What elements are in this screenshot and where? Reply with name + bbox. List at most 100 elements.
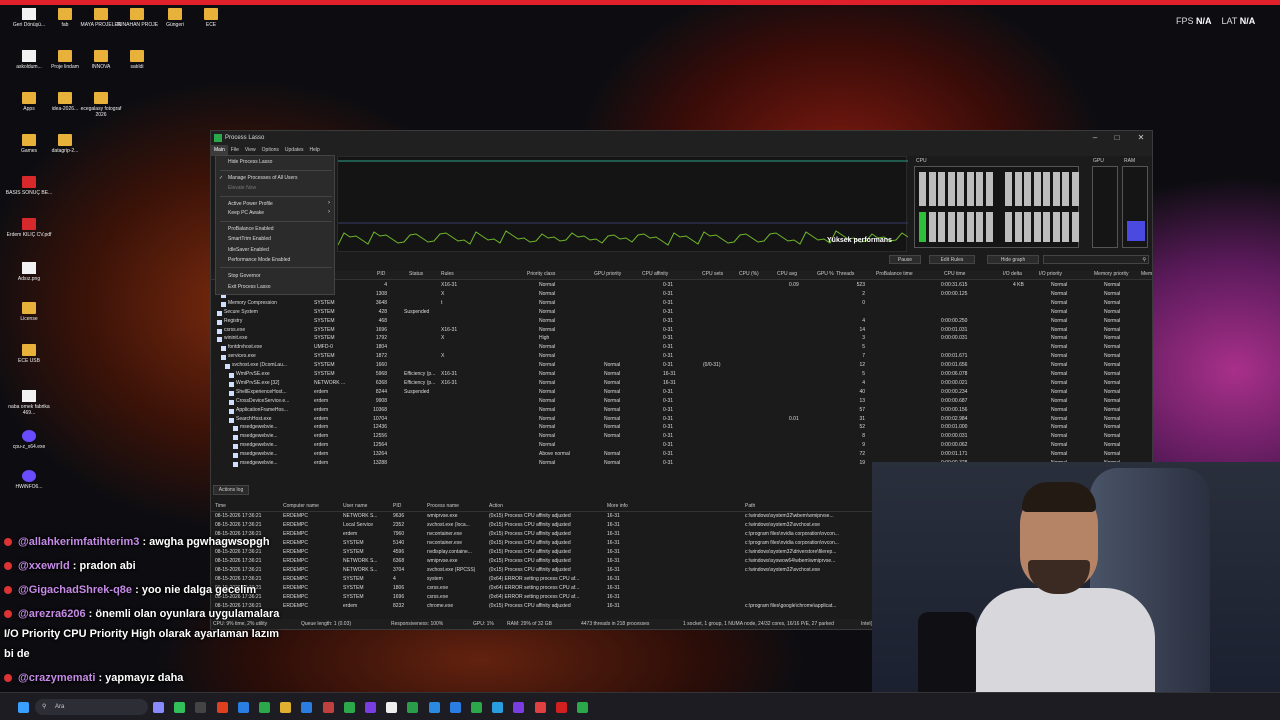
pause-button[interactable]: Pause xyxy=(889,255,921,264)
taskbar-app-icon[interactable] xyxy=(386,702,398,713)
table-row[interactable]: msedgewebvie... erdem 12436 Normal Normal 0-3… xyxy=(211,424,1152,433)
table-row[interactable]: SearchHost.exe erdem 10704 Normal Normal 0-31… xyxy=(211,416,1152,425)
desktop-icon[interactable]: satıldi xyxy=(112,50,162,70)
desktop-icon[interactable]: License xyxy=(4,302,54,322)
desktop-icon[interactable]: Erdem KILIÇ CV.pdf xyxy=(4,218,54,238)
table-row[interactable]: msedgewebvie... erdem 13264 Above normal Nor… xyxy=(211,451,1152,460)
menu-option[interactable]: IdleSaver Enabled xyxy=(228,247,269,253)
taskbar-app-icon[interactable] xyxy=(280,702,292,713)
column-header[interactable]: GPU % xyxy=(817,271,834,277)
table-row[interactable]: smss.exeSYSTEM1308XNormal0-3120:00:00.12… xyxy=(211,291,1152,300)
taskbar-app-icon[interactable] xyxy=(216,702,228,713)
maximize-button[interactable]: □ xyxy=(1106,131,1128,145)
taskbar-app-icon[interactable] xyxy=(301,702,313,713)
desktop-icon[interactable]: ECE USB xyxy=(4,344,54,364)
table-row[interactable]: Registry SYSTEM 468 Normal 0-31 4 0:00:00.250 N… xyxy=(211,318,1152,327)
column-header[interactable]: PID xyxy=(377,271,385,277)
table-row[interactable]: fontdrvhost.exe UMFD-0 1804 Normal 0-31 5 Norm… xyxy=(211,344,1152,353)
column-header[interactable]: Memory priority xyxy=(1094,271,1128,277)
column-header[interactable]: PID xyxy=(393,503,401,509)
column-header[interactable]: CPU sets xyxy=(702,271,723,277)
column-header[interactable]: Mem xyxy=(1141,271,1152,277)
taskbar-app-icon[interactable] xyxy=(577,702,588,713)
table-row[interactable]: ApplicationFrameHos... erdem 10368 Normal No… xyxy=(211,407,1152,416)
table-row[interactable]: Secure System SYSTEM 428 Suspended Normal 0-3… xyxy=(211,309,1152,318)
start-icon[interactable] xyxy=(18,702,29,713)
close-button[interactable]: ✕ xyxy=(1130,131,1152,145)
table-row[interactable]: WmiPrvSE.exe SYSTEM 5968 Efficiency (p... X1… xyxy=(211,371,1152,380)
taskbar-app-icon[interactable] xyxy=(471,702,482,713)
taskbar-app-icon[interactable] xyxy=(534,702,546,713)
table-row[interactable]: svchost.exe (DcomLau... SYSTEM 1660 Normal N… xyxy=(211,362,1152,371)
table-row[interactable]: wininit.exe SYSTEM 1792 X High 0-31 3 0:00:00.0… xyxy=(211,335,1152,344)
tab-actions-log[interactable]: Actions log xyxy=(213,485,249,495)
menu-option[interactable]: Performance Mode Enabled xyxy=(228,257,290,263)
table-row[interactable]: Memory Compression SYSTEM 3648 t Normal 0-31 0… xyxy=(211,300,1152,309)
desktop-icon[interactable]: datagrip-2... xyxy=(40,134,90,154)
desktop-icon[interactable]: Adsız.png xyxy=(4,262,54,282)
desktop-icon[interactable]: naba ornek fabrika 469... xyxy=(4,390,54,416)
column-header[interactable]: I/O priority xyxy=(1039,271,1062,277)
filter-input[interactable]: ⚲ xyxy=(1043,255,1149,264)
desktop-icon[interactable]: HWiNFO6... xyxy=(4,470,54,490)
desktop-icon[interactable]: ECE xyxy=(186,8,236,28)
column-header[interactable]: CPU time xyxy=(944,271,965,277)
taskbar-app-icon[interactable] xyxy=(555,702,567,713)
column-header[interactable]: Process name xyxy=(427,503,459,509)
menu-option[interactable]: ProBalance Enabled xyxy=(228,226,274,232)
column-header[interactable]: CPU affinity xyxy=(642,271,668,277)
column-header[interactable]: Action xyxy=(489,503,503,509)
taskbar-app-icon[interactable] xyxy=(428,702,440,713)
menu-option[interactable]: Exit Process Lasso xyxy=(228,284,271,290)
taskbar-app-icon[interactable] xyxy=(343,702,355,713)
taskbar-app-icon[interactable] xyxy=(322,702,334,713)
menu-option[interactable]: Stop Governor xyxy=(228,273,261,279)
menu-option[interactable]: Manage Processes of All Users xyxy=(228,175,297,181)
menu-option[interactable]: Hide Process Lasso xyxy=(228,159,272,165)
column-header[interactable]: I/O delta xyxy=(1003,271,1022,277)
taskbar-app-icon[interactable] xyxy=(365,702,376,713)
taskbar-app-icon[interactable] xyxy=(153,702,164,713)
table-row[interactable]: 4 X16-31 Normal 0-31 0.09 523 0:00:31.615 4 KB N… xyxy=(211,282,1152,291)
table-row[interactable]: msedgewebvie... erdem 12564 Normal 0-31 9 0:00… xyxy=(211,442,1152,451)
process-user: SYSTEM xyxy=(314,353,335,360)
taskbar-app-icon[interactable] xyxy=(449,702,461,713)
taskbar-search[interactable]: ⚲ Ara xyxy=(35,699,148,715)
taskbar-app-icon[interactable] xyxy=(492,702,504,713)
table-row[interactable]: WmiPrvSE.exe [32] NETWORK ... 6368 Efficien… xyxy=(211,380,1152,389)
menu-option[interactable]: SmartTrim Enabled xyxy=(228,236,271,242)
taskbar-app-icon[interactable] xyxy=(513,702,525,713)
process-pid: 12564 xyxy=(373,442,387,449)
edit-rules-button[interactable]: Edit Rules xyxy=(929,255,975,264)
menu-option[interactable]: Keep PC Awake xyxy=(228,210,264,216)
table-row[interactable]: services.exe SYSTEM 1872 X Normal 0-31 7 0:00:0… xyxy=(211,353,1152,362)
column-header[interactable]: CPU (%) xyxy=(739,271,759,277)
table-row[interactable]: msedgewebvie... erdem 12556 Normal Normal 0-3… xyxy=(211,433,1152,442)
minimize-button[interactable]: – xyxy=(1084,131,1106,145)
taskbar-app-icon[interactable] xyxy=(259,702,270,713)
taskbar-app-icon[interactable] xyxy=(195,702,207,713)
column-header[interactable]: ProBalance time xyxy=(876,271,913,277)
table-row[interactable]: ShellExperienceHost... erdem 8244 Suspended… xyxy=(211,389,1152,398)
table-row[interactable]: CrossDeviceService.e... erdem 9908 Normal No… xyxy=(211,398,1152,407)
hide-graph-button[interactable]: Hide graph xyxy=(987,255,1039,264)
column-header[interactable]: Priority class xyxy=(527,271,555,277)
table-row[interactable]: csrss.exe SYSTEM 1696 X16-31 Normal 0-31 14 0:0… xyxy=(211,327,1152,336)
taskbar-app-icon[interactable] xyxy=(237,702,249,713)
column-header[interactable]: CPU avg xyxy=(777,271,797,277)
menu-option[interactable]: Active Power Profile xyxy=(228,201,273,207)
column-header[interactable]: More info xyxy=(607,503,628,509)
column-header[interactable]: Status xyxy=(409,271,423,277)
taskbar-app-icon[interactable] xyxy=(407,702,419,713)
column-header[interactable]: Threads xyxy=(836,271,854,277)
taskbar-app-icon[interactable] xyxy=(174,702,186,713)
desktop-icon[interactable]: BASIS SONUÇ BE... xyxy=(4,176,54,196)
column-header[interactable]: User name xyxy=(343,503,367,509)
desktop-icon[interactable]: ecegalasy fotograf 2026 xyxy=(76,92,126,118)
column-header[interactable]: Computer name xyxy=(283,503,319,509)
column-header[interactable]: Path xyxy=(745,503,755,509)
desktop-icon[interactable]: cpu-z_x64.exe xyxy=(4,430,54,450)
column-header[interactable]: Time xyxy=(215,503,226,509)
column-header[interactable]: GPU priority xyxy=(594,271,621,277)
column-header[interactable]: Rules xyxy=(441,271,454,277)
